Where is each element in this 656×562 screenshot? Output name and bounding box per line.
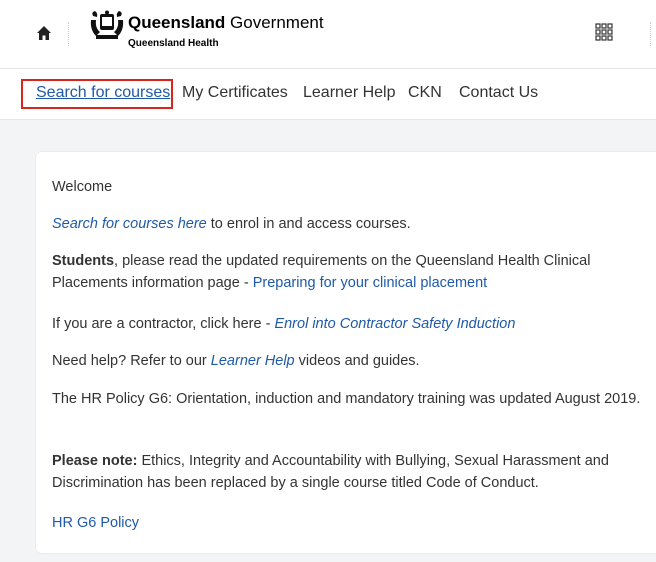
nav-my-certificates[interactable]: My Certificates <box>182 84 288 102</box>
nav-search-for-courses[interactable]: Search for courses <box>36 84 170 102</box>
main-navigation: Search for courses My Certificates Learn… <box>0 68 656 120</box>
welcome-heading: Welcome <box>52 179 113 195</box>
contractor-induction-link[interactable]: Enrol into Contractor Safety Induction <box>274 316 515 332</box>
brand-title: Queensland Government <box>128 13 324 32</box>
queensland-crest-logo[interactable] <box>88 10 126 42</box>
nav-learner-help[interactable]: Learner Help <box>303 84 396 102</box>
top-header: Queensland Government Queensland Health <box>0 0 656 68</box>
learner-help-link[interactable]: Learner Help <box>211 353 295 369</box>
hr-policy-paragraph: HR G6 Policy <box>52 512 642 534</box>
search-paragraph: Search for courses here to enrol in and … <box>52 216 411 232</box>
nav-ckn[interactable]: CKN <box>408 84 442 102</box>
welcome-card: Welcome Search for courses here to enrol… <box>36 152 656 553</box>
contractor-paragraph: If you are a contractor, click here - En… <box>52 316 516 332</box>
apps-grid-icon[interactable] <box>595 23 613 41</box>
home-icon[interactable] <box>36 25 52 41</box>
policy-paragraph: The HR Policy G6: Orientation, induction… <box>52 391 641 407</box>
header-separator <box>68 22 69 46</box>
hr-g6-policy-link[interactable]: HR G6 Policy <box>52 515 139 531</box>
clinical-placement-link[interactable]: Preparing for your clinical placement <box>253 275 488 291</box>
nav-contact-us[interactable]: Contact Us <box>459 84 538 102</box>
help-paragraph: Need help? Refer to our Learner Help vid… <box>52 353 420 369</box>
search-courses-link[interactable]: Search for courses here <box>52 216 207 232</box>
students-paragraph: Students, please read the updated requir… <box>52 253 591 291</box>
note-paragraph: Please note: Ethics, Integrity and Accou… <box>52 453 609 491</box>
brand-subtitle: Queensland Health <box>128 38 219 49</box>
header-separator-right <box>650 22 651 46</box>
